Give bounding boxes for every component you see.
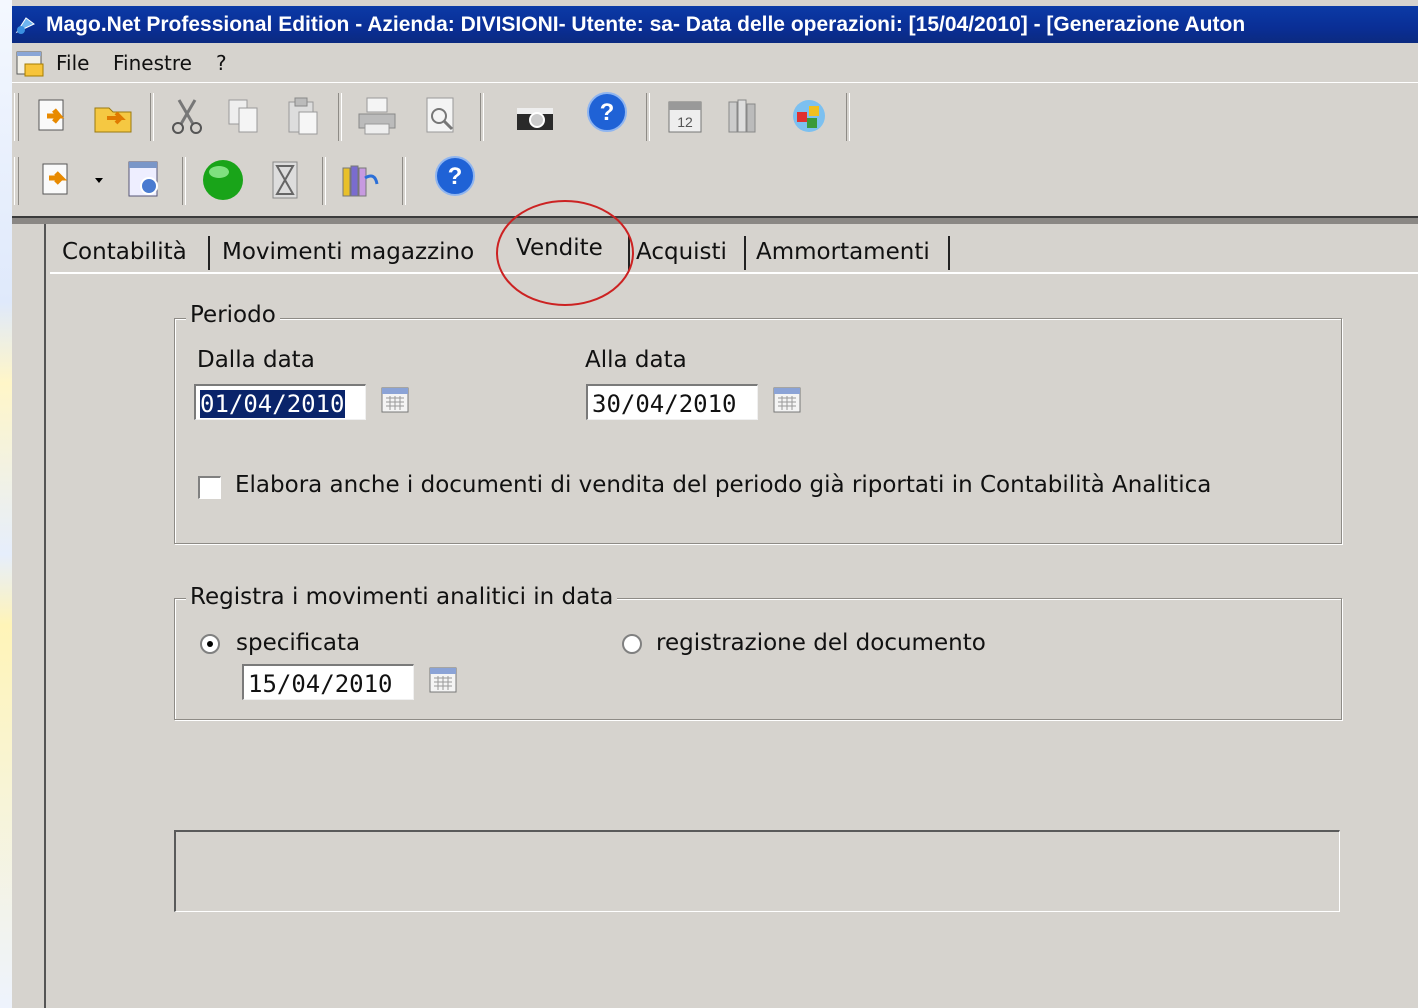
camera-icon — [517, 108, 553, 130]
svg-text:12: 12 — [677, 114, 693, 130]
camera-button[interactable] — [510, 91, 560, 141]
settings-document-button[interactable] — [120, 155, 170, 205]
paste-button[interactable] — [278, 91, 328, 141]
app-logo-icon — [15, 17, 35, 34]
toolbar-separator — [150, 93, 154, 141]
toolbar-separator — [646, 93, 650, 141]
toolbar-separator — [480, 93, 484, 141]
from-date-field[interactable]: 01/04/2010 — [194, 384, 366, 420]
menu-file[interactable]: File — [52, 44, 93, 82]
registrazione-documento-label: registrazione del documento — [656, 630, 986, 656]
from-date-label: Dalla data — [197, 347, 315, 373]
frame-edge — [44, 224, 46, 1008]
toolbar-separator — [402, 157, 406, 205]
tab-acquisti[interactable]: Acquisti — [636, 230, 727, 272]
help-icon: ? — [435, 156, 475, 196]
to-date-field[interactable]: 30/04/2010 — [586, 384, 758, 420]
tab-separator — [744, 236, 746, 270]
elabora-documenti-checkbox[interactable] — [198, 476, 221, 499]
specificata-radio[interactable] — [200, 634, 220, 654]
toolbar-separator — [338, 93, 342, 141]
new-document-dropdown[interactable] — [88, 155, 110, 205]
copy-button[interactable] — [218, 91, 268, 141]
main-toolbar: ? 12 — [12, 87, 850, 149]
hourglass-button[interactable] — [260, 155, 310, 205]
svg-text:?: ? — [448, 163, 463, 190]
periodo-group-title: Periodo — [186, 302, 280, 328]
annotation-circle — [496, 200, 634, 306]
toolbar-grip[interactable] — [14, 157, 19, 205]
folder-arrow-icon — [94, 107, 132, 133]
menu-help[interactable]: ? — [212, 44, 231, 82]
elabora-documenti-label: Elabora anche i documenti di vendita del… — [235, 472, 1212, 498]
books-icon — [728, 99, 756, 133]
toolbar-separator — [846, 93, 850, 141]
calendar-icon: 12 — [668, 101, 702, 133]
tab-ammortamenti[interactable]: Ammortamenti — [756, 230, 930, 272]
tab-movimenti-magazzino[interactable]: Movimenti magazzino — [222, 230, 474, 272]
registration-date-calendar-button[interactable] — [428, 666, 458, 696]
tab-contabilita[interactable]: Contabilità — [62, 230, 187, 272]
secondary-toolbar: ? — [12, 153, 475, 213]
components-icon — [793, 100, 825, 132]
help-button-secondary[interactable]: ? — [430, 151, 480, 201]
dropdown-arrow-icon — [95, 178, 103, 183]
run-green-icon — [203, 160, 243, 200]
help-icon: ? — [587, 92, 627, 132]
new-document-button[interactable] — [32, 155, 82, 205]
tab-separator — [948, 236, 950, 270]
background-strip — [0, 0, 12, 1008]
toolbar-grip[interactable] — [14, 93, 19, 141]
print-preview-icon — [426, 97, 454, 133]
title-bar[interactable]: Mago.Net Professional Edition - Azienda:… — [12, 6, 1418, 43]
hourglass-icon — [272, 161, 298, 199]
help-button[interactable]: ? — [582, 87, 632, 137]
from-date-calendar-button[interactable] — [380, 386, 410, 416]
specificata-label: specificata — [236, 630, 361, 656]
open-folder-button[interactable] — [30, 91, 80, 141]
svg-text:?: ? — [600, 99, 615, 126]
print-icon — [358, 97, 396, 135]
cut-button[interactable] — [162, 91, 212, 141]
folder-arrow-button[interactable] — [88, 91, 138, 141]
document-window-icon[interactable] — [15, 50, 47, 78]
print-button[interactable] — [352, 91, 402, 141]
toolbar-area: ? 12 ? — [12, 82, 1418, 215]
run-button[interactable] — [198, 155, 248, 205]
books-button[interactable] — [720, 91, 770, 141]
to-date-calendar-button[interactable] — [772, 386, 802, 416]
tab-separator — [208, 236, 210, 270]
toolbar-separator — [182, 157, 186, 205]
radio-selected-dot — [207, 641, 213, 647]
settings-document-icon — [128, 161, 158, 197]
books-arrow-button[interactable] — [336, 155, 386, 205]
toolbar-separator — [322, 157, 326, 205]
message-panel — [174, 830, 1340, 912]
calendar-button[interactable]: 12 — [660, 91, 710, 141]
registrazione-documento-radio[interactable] — [622, 634, 642, 654]
registration-date-field[interactable]: 15/04/2010 — [242, 664, 414, 700]
print-preview-button[interactable] — [416, 91, 466, 141]
from-date-value: 01/04/2010 — [200, 390, 345, 418]
open-folder-icon — [38, 99, 65, 131]
tab-panel-border — [50, 272, 1418, 274]
cut-icon — [172, 99, 202, 134]
to-date-label: Alla data — [585, 347, 687, 373]
books-arrow-icon — [342, 165, 379, 197]
periodo-group — [174, 318, 1342, 544]
window-title: Mago.Net Professional Edition - Azienda:… — [46, 13, 1246, 36]
menu-bar: File Finestre ? — [12, 44, 1418, 82]
to-date-value: 30/04/2010 — [592, 390, 737, 418]
components-button[interactable] — [784, 91, 834, 141]
new-document-icon — [42, 163, 68, 195]
paste-icon — [288, 97, 318, 135]
registration-date-value: 15/04/2010 — [248, 670, 393, 698]
copy-icon — [228, 99, 258, 133]
menu-finestre[interactable]: Finestre — [109, 44, 196, 82]
registra-group-title: Registra i movimenti analitici in data — [186, 584, 618, 610]
